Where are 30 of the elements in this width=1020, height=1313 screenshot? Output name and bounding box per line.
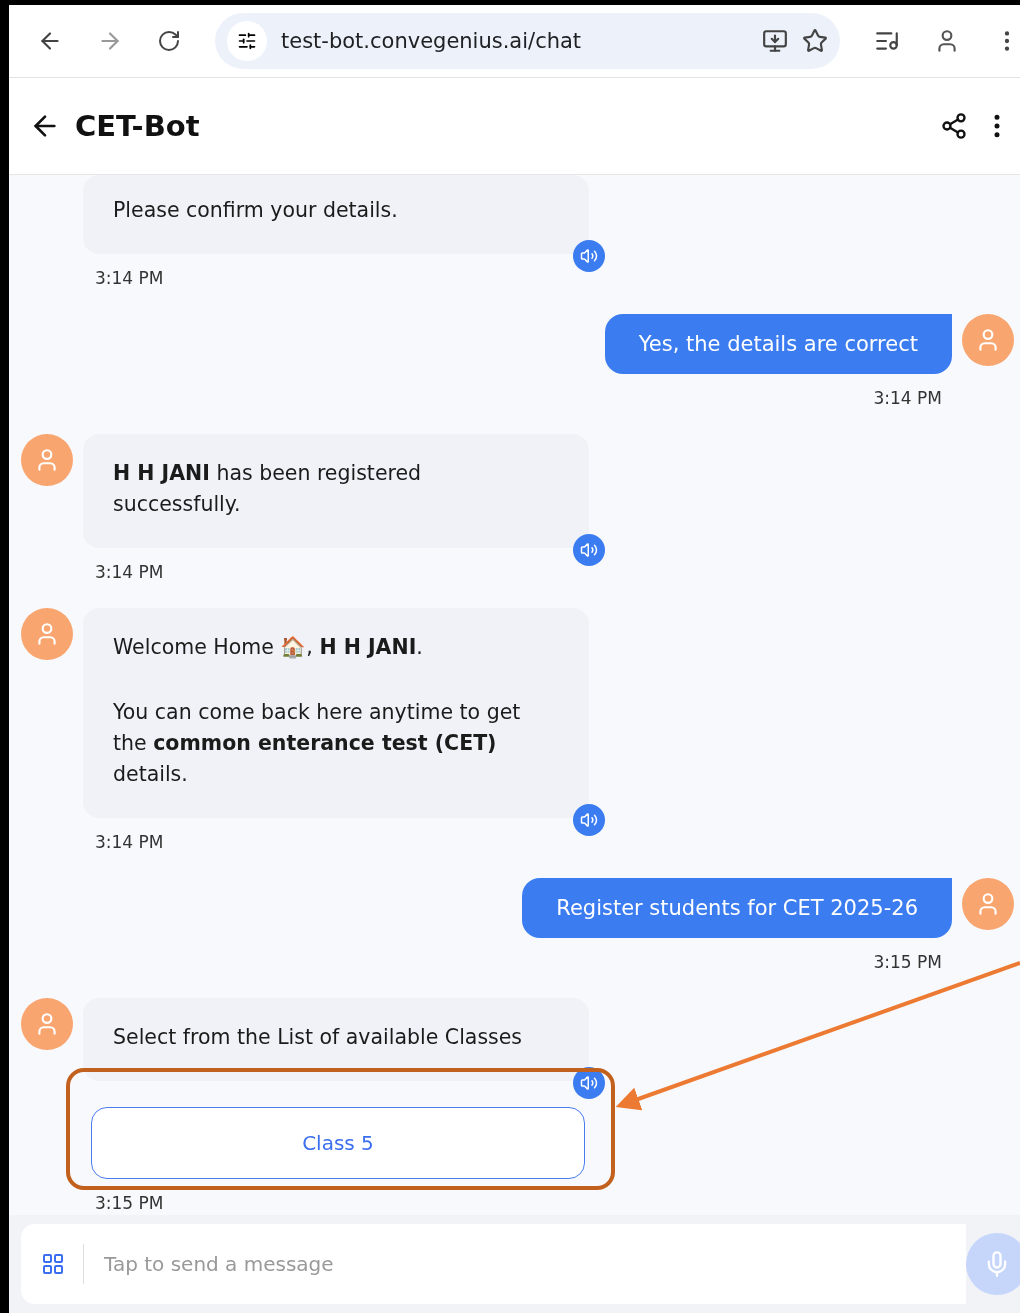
speaker-icon[interactable] (573, 804, 605, 836)
reload-icon[interactable] (157, 29, 181, 53)
message-input[interactable]: Tap to send a message (102, 1251, 966, 1277)
site-settings-icon[interactable] (227, 21, 267, 61)
option-button[interactable]: Class 5 (91, 1107, 585, 1179)
message-time: 3:15 PM (873, 952, 942, 972)
message-time: 3:14 PM (95, 268, 164, 288)
message-text: You can come back here anytime to get the common enterance test (CET) details. (113, 699, 522, 788)
user-avatar-icon (962, 878, 1014, 930)
user-message: Yes, the details are correct (604, 314, 952, 374)
share-icon[interactable] (940, 112, 968, 140)
message-text: Select from the List of available Classes (113, 1024, 524, 1051)
message-field[interactable]: Tap to send a message (21, 1224, 966, 1304)
install-icon[interactable] (762, 28, 788, 54)
message-time: 3:15 PM (95, 1193, 164, 1213)
url-text: test-bot.convegenius.ai/chat (281, 29, 583, 53)
address-bar[interactable]: test-bot.convegenius.ai/chat (215, 13, 840, 69)
message-text: Please confirm your details. (113, 197, 399, 224)
speaker-icon[interactable] (573, 534, 605, 566)
speaker-icon[interactable] (573, 240, 605, 272)
message-time: 3:14 PM (95, 562, 164, 582)
chat-title: CET-Bot (75, 109, 201, 143)
star-icon[interactable] (802, 28, 828, 54)
user-message: Register students for CET 2025-26 (522, 878, 952, 938)
user-avatar-icon (962, 314, 1014, 366)
message-time: 3:14 PM (873, 388, 942, 408)
grid-icon[interactable] (41, 1252, 65, 1276)
message-text: Welcome Home 🏠, H H JANI. (113, 634, 424, 661)
message-time: 3:14 PM (95, 832, 164, 852)
message-text: H H JANI has been registered successfully. (113, 460, 423, 518)
